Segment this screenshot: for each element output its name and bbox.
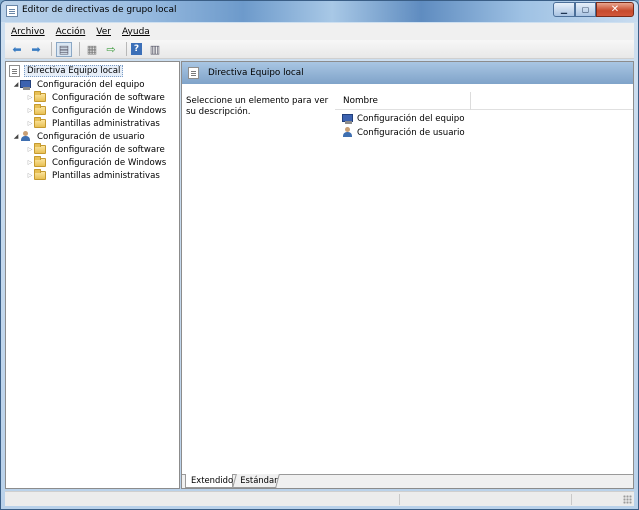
title-bar[interactable]: Editor de directivas de grupo local ▁ ▢ … xyxy=(1,1,638,22)
back-button[interactable]: ⬅ xyxy=(9,42,25,57)
menu-ver[interactable]: Ver xyxy=(96,27,111,37)
view-tabs: Extendido Estándar xyxy=(182,474,633,488)
collapsed-arrow-icon[interactable]: ▷ xyxy=(26,172,34,179)
collapsed-arrow-icon[interactable]: ▷ xyxy=(26,120,34,127)
extended-view-button[interactable]: ▥ xyxy=(147,42,163,57)
show-hide-tree-button[interactable]: ▤ xyxy=(56,41,72,57)
tree-item-user-config[interactable]: ◢ Configuración de usuario xyxy=(12,130,147,143)
list-item-computer-config[interactable]: Configuración del equipo xyxy=(342,112,465,125)
tab-extendido[interactable]: Extendido xyxy=(185,474,233,488)
toolbar-separator xyxy=(126,42,127,56)
status-divider xyxy=(571,494,572,505)
tree-item-label: Configuración de software xyxy=(52,92,165,103)
app-window: Editor de directivas de grupo local ▁ ▢ … xyxy=(0,0,639,510)
minimize-icon: ▁ xyxy=(560,5,568,14)
user-icon xyxy=(342,127,354,138)
menu-accion[interactable]: Acción xyxy=(56,27,86,37)
tree-pane[interactable]: Directiva Equipo local ◢ Configuración d… xyxy=(5,61,180,489)
column-name-label: Nombre xyxy=(343,96,378,106)
tree-item-computer-config[interactable]: ◢ Configuración del equipo xyxy=(12,78,147,91)
maximize-icon: ▢ xyxy=(581,5,590,14)
tree-item-software-settings[interactable]: ▷ Configuración de software xyxy=(26,91,167,104)
user-icon xyxy=(20,131,32,142)
details-header: Directiva Equipo local xyxy=(182,62,633,84)
tree-item-software-settings[interactable]: ▷ Configuración de software xyxy=(26,143,167,156)
tree-item-label: Plantillas administrativas xyxy=(52,118,160,129)
collapsed-arrow-icon[interactable]: ▷ xyxy=(26,94,34,101)
forward-button[interactable]: ➡ xyxy=(28,42,44,57)
folder-icon xyxy=(34,91,46,102)
column-header-name[interactable]: Nombre xyxy=(335,92,633,110)
close-icon: ✕ xyxy=(610,4,620,15)
details-title: Directiva Equipo local xyxy=(208,68,304,78)
tree-item-root[interactable]: Directiva Equipo local xyxy=(9,64,124,77)
close-button[interactable]: ✕ xyxy=(596,2,634,17)
resize-grip-icon[interactable] xyxy=(623,495,632,504)
folder-icon xyxy=(34,143,46,154)
policy-document-icon xyxy=(188,67,199,79)
tree-item-label: Configuración de Windows xyxy=(52,105,167,116)
export-list-icon: ⇨ xyxy=(106,42,116,56)
show-hide-tree-icon: ▤ xyxy=(58,42,70,56)
help-icon: ? xyxy=(133,44,140,54)
window-title: Editor de directivas de grupo local xyxy=(22,5,177,15)
back-arrow-icon: ⬅ xyxy=(12,42,22,56)
tree-item-label: Configuración del equipo xyxy=(37,79,145,90)
toolbar-separator xyxy=(79,42,80,56)
items-list[interactable]: Nombre Configuración del equipo Configur… xyxy=(335,84,633,474)
description-text: Seleccione un elemento para ver su descr… xyxy=(186,96,329,117)
properties-icon: ▦ xyxy=(86,42,98,56)
tree-item-label: Configuración de Windows xyxy=(52,157,167,168)
status-divider xyxy=(399,494,400,505)
list-item-user-config[interactable]: Configuración de usuario xyxy=(342,126,465,139)
app-icon xyxy=(6,5,18,17)
tab-estandar[interactable]: Estándar xyxy=(232,474,280,488)
tree-item-label: Configuración de software xyxy=(52,144,165,155)
help-button[interactable]: ? xyxy=(131,43,142,55)
tree-item-windows-settings[interactable]: ▷ Configuración de Windows xyxy=(26,156,168,169)
folder-icon xyxy=(34,104,46,115)
folder-icon xyxy=(34,169,46,180)
status-bar xyxy=(5,491,634,506)
toolbar-separator xyxy=(51,42,52,56)
maximize-button[interactable]: ▢ xyxy=(575,2,596,17)
extended-view-icon: ▥ xyxy=(149,42,161,56)
collapsed-arrow-icon[interactable]: ▷ xyxy=(26,146,34,153)
menu-bar: Archivo Acción Ver Ayuda xyxy=(5,23,634,40)
forward-arrow-icon: ➡ xyxy=(31,42,41,56)
menu-archivo[interactable]: Archivo xyxy=(11,27,45,37)
folder-icon xyxy=(34,156,46,167)
menu-ayuda[interactable]: Ayuda xyxy=(122,27,150,37)
tree-item-label: Plantillas administrativas xyxy=(52,170,160,181)
details-pane: Directiva Equipo local Seleccione un ele… xyxy=(181,61,634,489)
toolbar: ⬅ ➡ ▤ ▦ ⇨ ? ▥ xyxy=(5,40,634,59)
expanded-arrow-icon[interactable]: ◢ xyxy=(12,133,20,140)
computer-icon xyxy=(342,113,354,124)
folder-icon xyxy=(34,117,46,128)
tree-item-label: Directiva Equipo local xyxy=(24,64,124,77)
tree-item-label: Configuración de usuario xyxy=(37,131,145,142)
properties-button[interactable]: ▦ xyxy=(84,42,100,57)
computer-icon xyxy=(20,79,32,90)
column-resize-handle[interactable] xyxy=(470,92,471,110)
tree-item-windows-settings[interactable]: ▷ Configuración de Windows xyxy=(26,104,168,117)
list-item-label: Configuración del equipo xyxy=(357,113,465,124)
window-controls: ▁ ▢ ✕ xyxy=(553,2,634,17)
tree-item-admin-templates[interactable]: ▷ Plantillas administrativas xyxy=(26,117,162,130)
policy-document-icon xyxy=(9,64,20,77)
tree-item-admin-templates[interactable]: ▷ Plantillas administrativas xyxy=(26,169,162,182)
expanded-arrow-icon[interactable]: ◢ xyxy=(12,81,20,88)
collapsed-arrow-icon[interactable]: ▷ xyxy=(26,107,34,114)
minimize-button[interactable]: ▁ xyxy=(553,2,575,17)
list-item-label: Configuración de usuario xyxy=(357,127,465,138)
export-list-button[interactable]: ⇨ xyxy=(103,42,119,57)
collapsed-arrow-icon[interactable]: ▷ xyxy=(26,159,34,166)
